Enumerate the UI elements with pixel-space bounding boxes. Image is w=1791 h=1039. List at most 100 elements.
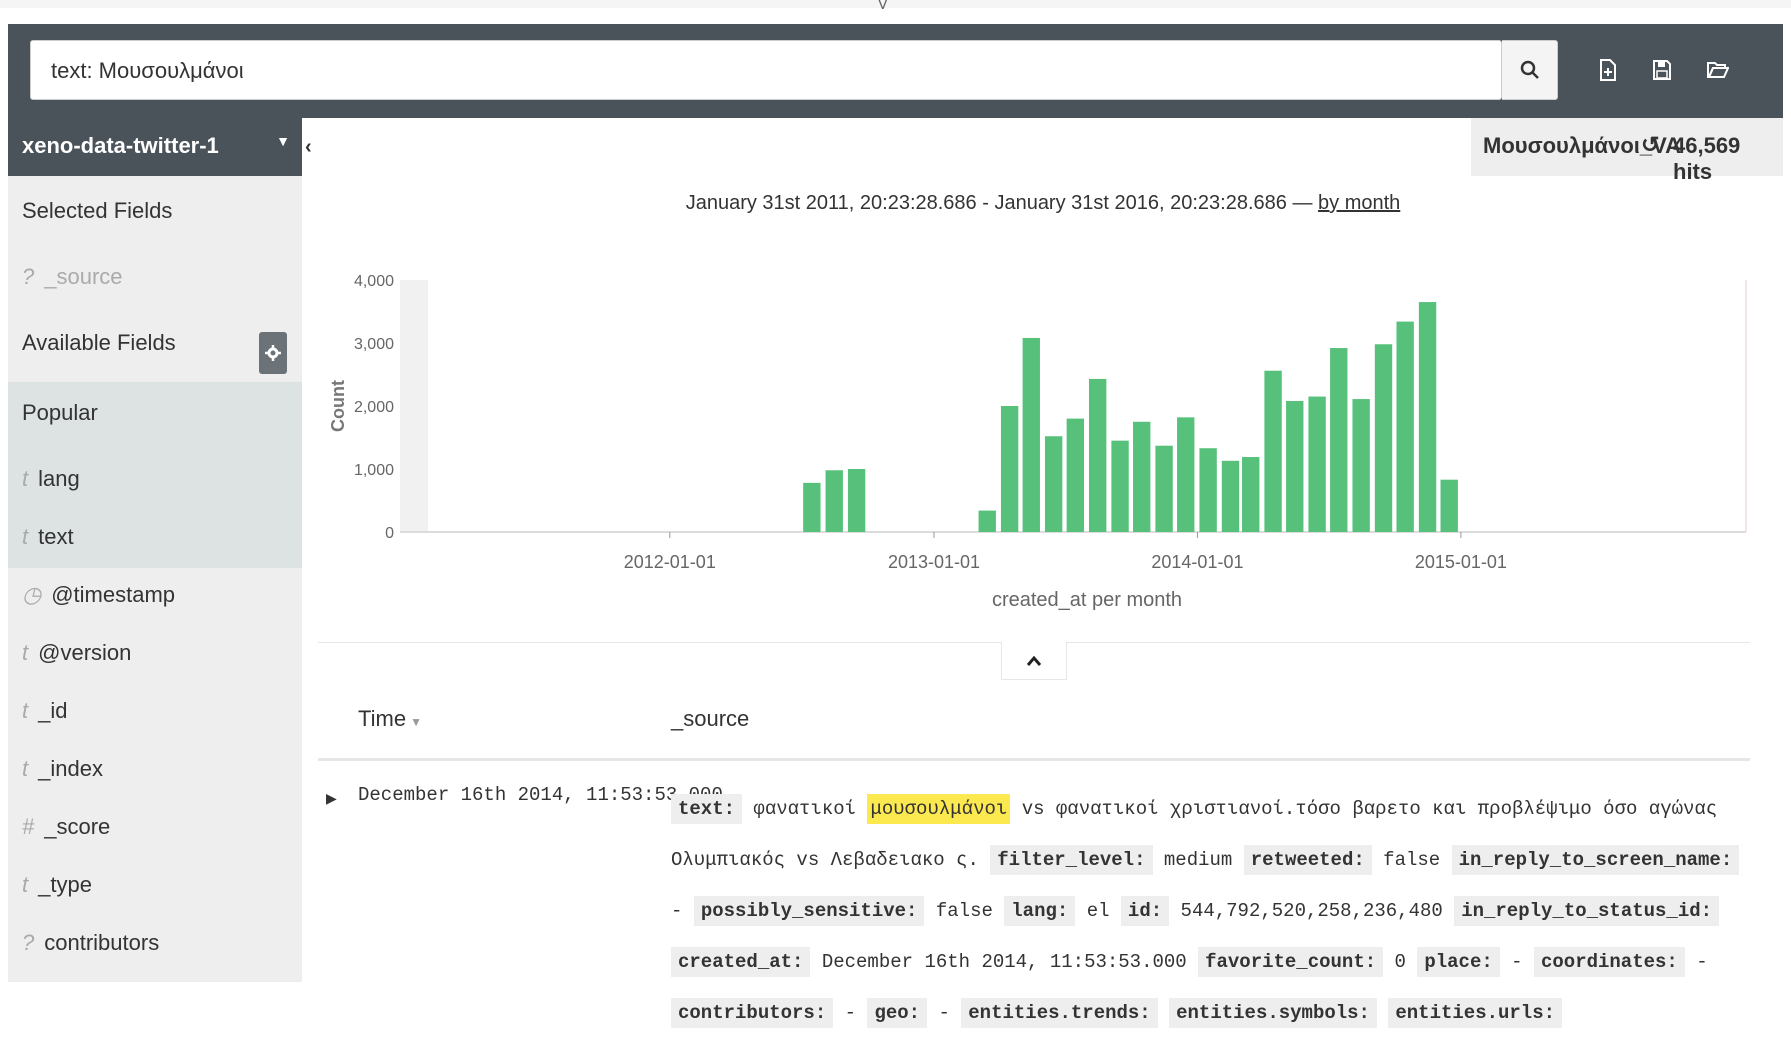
chart-bar xyxy=(1374,344,1393,532)
sidebar-field-source[interactable]: ? _source xyxy=(22,264,123,290)
source-key: geo: xyxy=(867,998,928,1028)
source-key: created_at: xyxy=(671,947,811,977)
chart-bar xyxy=(1199,448,1217,532)
expand-row-icon[interactable]: ▶ xyxy=(326,790,337,807)
sort-down-icon[interactable]: ▼ xyxy=(410,715,422,729)
save-icon xyxy=(1653,60,1671,80)
chevron-left-icon[interactable]: ‹ xyxy=(305,136,312,159)
collapse-handle[interactable]: ᐯ xyxy=(878,0,888,13)
source-value: - xyxy=(938,1002,950,1024)
chart-bar xyxy=(1440,479,1458,532)
interval-link[interactable]: by month xyxy=(1318,192,1400,214)
open-search-button[interactable] xyxy=(1702,52,1734,88)
chart-bar xyxy=(803,482,821,532)
chart-bar xyxy=(1286,400,1304,532)
field-name: @timestamp xyxy=(51,582,176,607)
time-range-text: January 31st 2011, 20:23:28.686 - Januar… xyxy=(685,192,1313,214)
source-key: id: xyxy=(1120,896,1170,926)
hits-header: Μουσουλμάνοι_VA ↺ 46,569 hits xyxy=(1471,118,1783,184)
field-type-icon: ? xyxy=(22,264,35,289)
collapse-chart-button[interactable] xyxy=(1001,642,1067,680)
search-box xyxy=(30,40,1502,101)
chart-bar xyxy=(1111,440,1129,532)
selected-fields-title: Selected Fields xyxy=(22,198,173,223)
source-key: lang: xyxy=(1004,896,1076,926)
sidebar-field-type[interactable]: t _type xyxy=(22,872,92,898)
chart-bar xyxy=(1242,457,1260,532)
hits-count: 46,569 hits xyxy=(1673,133,1741,184)
column-header-source: _source xyxy=(671,706,750,731)
chart-bar xyxy=(1396,321,1414,532)
y-tick-label: 4,000 xyxy=(354,273,394,290)
sidebar-field-lang[interactable]: t lang xyxy=(22,466,80,492)
x-tick-label: 2015-01-01 xyxy=(1415,552,1507,572)
index-pattern-selector[interactable]: xeno-data-twitter-1 ▼ xyxy=(8,118,302,176)
source-key: favorite_count: xyxy=(1198,947,1384,977)
source-key: text: xyxy=(671,794,743,824)
source-key: place: xyxy=(1417,947,1500,977)
source-value: - xyxy=(671,900,683,922)
search-button[interactable] xyxy=(1502,40,1558,100)
search-input[interactable] xyxy=(49,41,1453,101)
field-name: _type xyxy=(38,872,92,897)
sidebar-field-text[interactable]: t text xyxy=(22,524,74,550)
field-type-icon: # xyxy=(22,814,35,839)
field-name: _index xyxy=(38,756,103,781)
y-tick-label: 3,000 xyxy=(354,336,394,353)
source-key: in_reply_to_status_id: xyxy=(1454,896,1720,926)
refresh-icon[interactable]: ↺ xyxy=(1641,132,1659,158)
field-name: text xyxy=(38,524,74,549)
source-key: filter_level: xyxy=(990,845,1153,875)
field-settings-button[interactable] xyxy=(259,332,287,374)
chart-bar xyxy=(978,510,996,532)
field-type-icon: t xyxy=(22,872,29,897)
x-tick-label: 2014-01-01 xyxy=(1151,552,1243,572)
chart-bar xyxy=(1308,396,1326,532)
available-fields-title: Available Fields xyxy=(22,330,176,355)
source-value: false xyxy=(1383,849,1441,871)
caret-down-icon: ▼ xyxy=(276,133,290,149)
field-type-icon: t xyxy=(22,524,29,549)
field-name: lang xyxy=(38,466,80,491)
source-text-pre: φανατικοί xyxy=(753,798,857,820)
save-search-button[interactable] xyxy=(1646,52,1678,88)
column-header-time[interactable]: Time ▼ xyxy=(358,706,422,732)
field-name: @version xyxy=(38,640,132,665)
chart-bar xyxy=(1044,436,1063,532)
sidebar-field-id[interactable]: t _id xyxy=(22,698,67,724)
field-type-icon: ? xyxy=(22,930,35,955)
sidebar-field-version[interactable]: t @version xyxy=(22,640,131,666)
field-name: _id xyxy=(38,698,68,723)
chart-bar xyxy=(1352,399,1370,532)
search-highlight: μουσουλμάνοι xyxy=(867,794,1011,824)
open-folder-icon xyxy=(1707,62,1729,78)
sidebar-field-timestamp[interactable]: ◷ @timestamp xyxy=(22,582,175,608)
sidebar-field-score[interactable]: # _score xyxy=(22,814,110,840)
chart-bar xyxy=(1155,445,1173,532)
field-name: _source xyxy=(44,264,123,289)
sidebar-field-contributors[interactable]: ? contributors xyxy=(22,930,159,956)
field-name: contributors xyxy=(44,930,160,955)
source-key: entities.trends: xyxy=(961,998,1158,1028)
field-type-icon: t xyxy=(22,466,29,491)
sidebar-field-index[interactable]: t _index xyxy=(22,756,103,782)
gear-icon xyxy=(265,345,281,361)
clock-icon: ◷ xyxy=(22,582,42,607)
new-search-button[interactable] xyxy=(1592,52,1624,88)
chart-bar xyxy=(1418,302,1437,532)
chart-bar xyxy=(847,469,866,532)
source-fields: filter_level: medium retweeted: false in… xyxy=(671,845,1740,1028)
source-value: - xyxy=(1511,951,1523,973)
source-key: retweeted: xyxy=(1243,845,1372,875)
field-type-icon: t xyxy=(22,698,29,723)
field-type-icon: t xyxy=(22,756,29,781)
table-header-line xyxy=(318,758,1750,761)
chart-bar xyxy=(1000,406,1019,532)
search-icon xyxy=(1520,60,1539,79)
y-axis-label: Count xyxy=(328,380,348,432)
source-value: - xyxy=(1696,951,1708,973)
source-key: entities.urls: xyxy=(1388,998,1563,1028)
source-value: 544,792,520,258,236,480 xyxy=(1180,900,1443,922)
chart-bar xyxy=(1022,337,1040,532)
new-document-icon xyxy=(1600,59,1616,81)
